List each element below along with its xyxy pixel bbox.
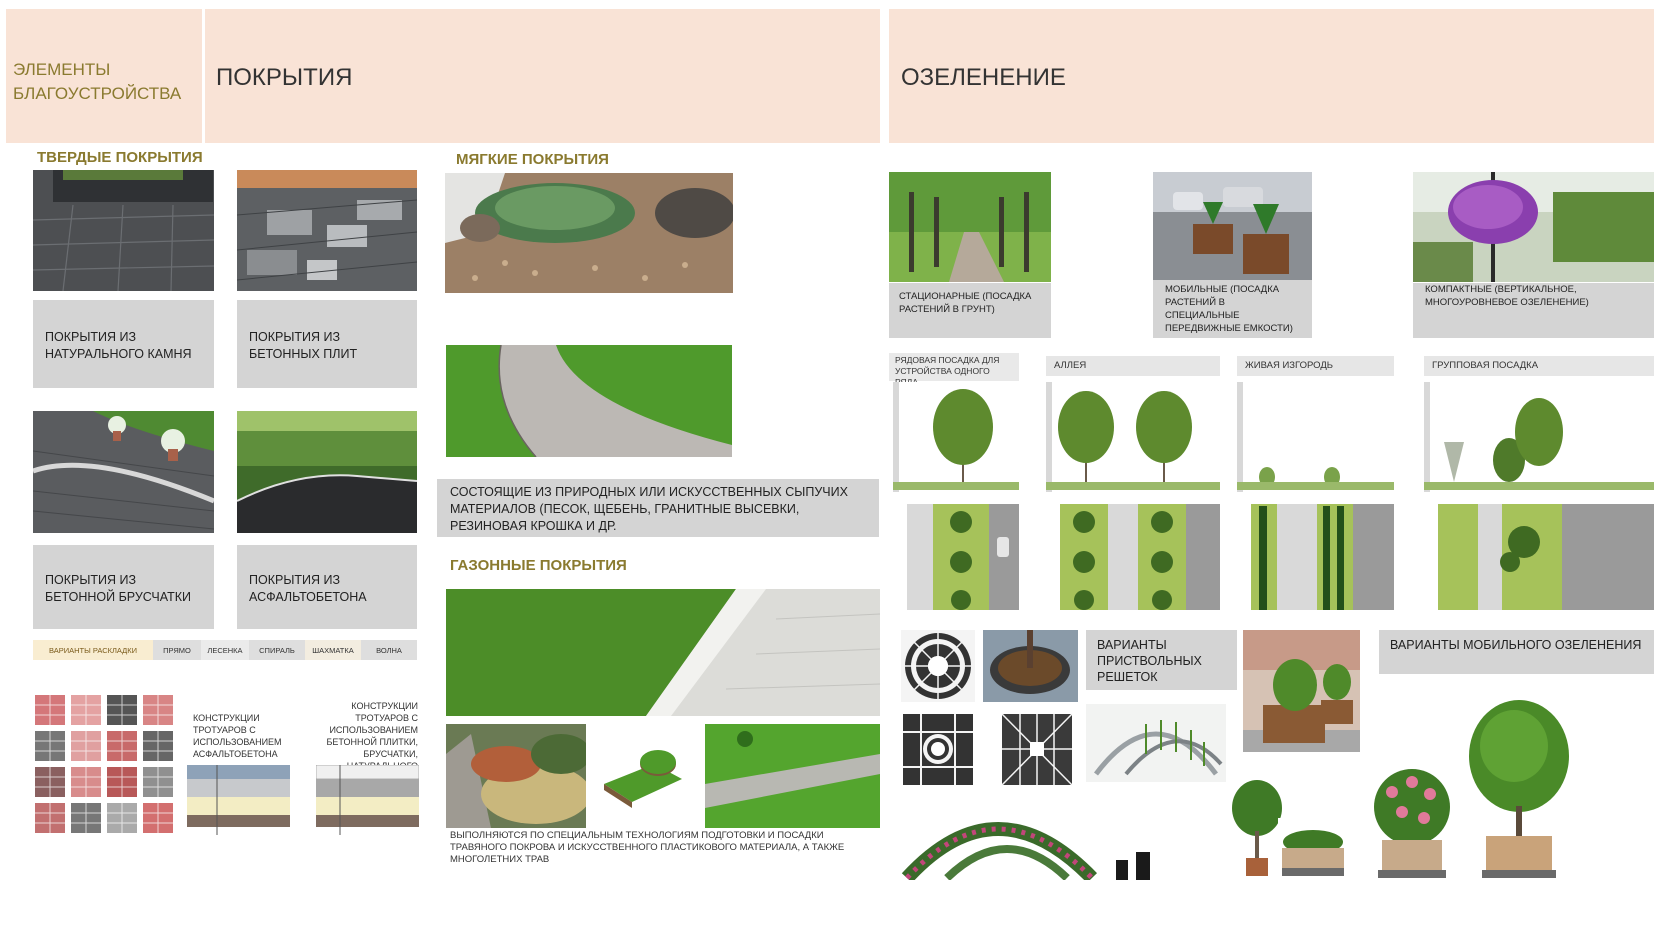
lawn-coverings-label: ГАЗОННЫЕ ПОКРЫТИЯ <box>450 557 627 574</box>
layout-item: СПИРАЛЬ <box>249 640 305 660</box>
mobile-variants-text: ВАРИАНТЫ МОБИЛЬНОГО ОЗЕЛЕНЕНИЯ <box>1390 638 1642 652</box>
gravel-photo <box>445 173 733 293</box>
natural-stone-box: ПОКРЫТИЯ ИЗ НАТУРАЛЬНОГО КАМНЯ <box>33 300 214 388</box>
black-pots-photo <box>1110 848 1160 880</box>
large-tree-planter-photo <box>1464 696 1574 880</box>
arch-planter-photo <box>1086 704 1226 782</box>
concrete-slabs-box: ПОКРЫТИЯ ИЗ БЕТОННЫХ ПЛИТ <box>237 300 417 388</box>
layout-variants-bar: ВАРИАНТЫ РАСКЛАДКИ ПРЯМО ЛЕСЕНКА СПИРАЛЬ… <box>33 640 417 660</box>
diamond-grate-icon <box>1000 712 1074 787</box>
lawn-curb-photo <box>446 589 880 716</box>
paving-blocks-box: ПОКРЫТИЯ ИЗ БЕТОННОЙ БРУСЧАТКИ <box>33 545 214 629</box>
lawn-path-photo <box>705 724 880 828</box>
section-hedge: ЖИВАЯ ИЗГОРОДЬ <box>1237 356 1394 376</box>
soft-coverings-label: МЯГКИЕ ПОКРЫТИЯ <box>456 151 609 168</box>
flower-arch-photo <box>897 800 1097 880</box>
natural-stone-text: ПОКРЫТИЯ ИЗ НАТУРАЛЬНОГО КАМНЯ <box>45 330 192 361</box>
alley-trees-photo <box>889 172 1051 282</box>
hanging-flowers-photo <box>1413 172 1654 282</box>
lawn-description-text: ВЫПОЛНЯЮТСЯ ПО СПЕЦИАЛЬНЫМ ТЕХНОЛОГИЯМ П… <box>450 830 845 865</box>
section-alley: АЛЛЕЯ <box>1046 356 1220 376</box>
layout-variants-label: ВАРИАНТЫ РАСКЛАДКИ <box>33 640 153 660</box>
hard-coverings-label: ТВЕРДЫЕ ПОКРЫТИЯ <box>37 149 203 166</box>
asphalt-text: ПОКРЫТИЯ ИЗ АСФАЛЬТОБЕТОНА <box>249 573 367 604</box>
paving-blocks-text: ПОКРЫТИЯ ИЗ БЕТОННОЙ БРУСЧАТКИ <box>45 573 191 604</box>
stationary-text: СТАЦИОНАРНЫЕ (ПОСАДКА РАСТЕНИЙ В ГРУНТ) <box>899 291 1032 315</box>
coverings-title: ПОКРЫТИЯ <box>216 64 353 91</box>
layout-item: ЛЕСЕНКА <box>201 640 249 660</box>
greening-title: ОЗЕЛЕНЕНИЕ <box>901 64 1066 91</box>
asphalt-box: ПОКРЫТИЯ ИЗ АСФАЛЬТОБЕТОНА <box>237 545 417 629</box>
tree-grates-box: ВАРИАНТЫ ПРИСТВОЛЬНЫХ РЕШЕТОК <box>1086 630 1237 690</box>
asphalt-photo <box>237 411 417 533</box>
layout-item: ВОЛНА <box>361 640 417 660</box>
stationary-box: СТАЦИОНАРНЫЕ (ПОСАДКА РАСТЕНИЙ В ГРУНТ) <box>889 283 1051 338</box>
square-grate-icon <box>901 712 975 787</box>
round-grate-icon <box>901 630 975 702</box>
group-planting-diagram <box>1424 382 1654 610</box>
path-lawn-photo <box>446 345 732 457</box>
decorative-grate-photo <box>983 630 1078 702</box>
section-row-planting: РЯДОВАЯ ПОСАДКА ДЛЯ УСТРОЙСТВА ОДНОГО РЯ… <box>889 353 1019 387</box>
mobile-variants-box: ВАРИАНТЫ МОБИЛЬНОГО ОЗЕЛЕНЕНИЯ <box>1379 630 1654 674</box>
construction-tiles-diagram <box>316 765 419 835</box>
low-planter-photo <box>1278 818 1348 880</box>
mobile-box: МОБИЛЬНЫЕ (ПОСАДКА РАСТЕНИЙ В СПЕЦИАЛЬНЫ… <box>1153 280 1312 338</box>
tree-grates-text: ВАРИАНТЫ ПРИСТВОЛЬНЫХ РЕШЕТОК <box>1097 638 1202 684</box>
paving-blocks-photo <box>33 411 214 533</box>
sod-roll-photo <box>594 724 690 828</box>
concrete-slabs-photo <box>237 170 417 291</box>
soft-description-text: СОСТОЯЩИЕ ИЗ ПРИРОДНЫХ ИЛИ ИСКУССТВЕННЫХ… <box>450 485 848 533</box>
soft-description-box: СОСТОЯЩИЕ ИЗ ПРИРОДНЫХ ИЛИ ИСКУССТВЕННЫХ… <box>437 479 879 537</box>
alley-diagram <box>1046 382 1220 610</box>
section-group-planting: ГРУППОВАЯ ПОСАДКА <box>1424 356 1654 376</box>
mobile-text: МОБИЛЬНЫЕ (ПОСАДКА РАСТЕНИЙ В СПЕЦИАЛЬНЫ… <box>1165 284 1293 334</box>
construction-asphalt-diagram <box>187 765 290 835</box>
rose-planter-photo <box>1368 762 1456 880</box>
compact-text: КОМПАКТНЫЕ (ВЕРТИКАЛЬНОЕ, МНОГОУРОВНЕВОЕ… <box>1425 284 1589 308</box>
elements-title: ЭЛЕМЕНТЫ БЛАГОУСТРОЙСТВА <box>13 60 182 103</box>
layout-item: ПРЯМО <box>153 640 201 660</box>
natural-stone-photo <box>33 170 214 291</box>
compact-box: КОМПАКТНЫЕ (ВЕРТИКАЛЬНОЕ, МНОГОУРОВНЕВОЕ… <box>1413 283 1654 338</box>
ornamental-grass-photo <box>446 724 586 828</box>
planters-street-photo <box>1153 172 1312 282</box>
wooden-planters-photo <box>1243 630 1360 752</box>
hedge-diagram <box>1237 382 1394 610</box>
construction-asphalt-text: КОНСТРУКЦИИ ТРОТУАРОВ С ИСПОЛЬЗОВАНИЕМ А… <box>193 713 282 759</box>
row-planting-diagram <box>893 382 1019 610</box>
paving-patterns-grid <box>33 693 178 835</box>
layout-item: ШАХМАТКА <box>305 640 361 660</box>
concrete-slabs-text: ПОКРЫТИЯ ИЗ БЕТОННЫХ ПЛИТ <box>249 330 358 361</box>
